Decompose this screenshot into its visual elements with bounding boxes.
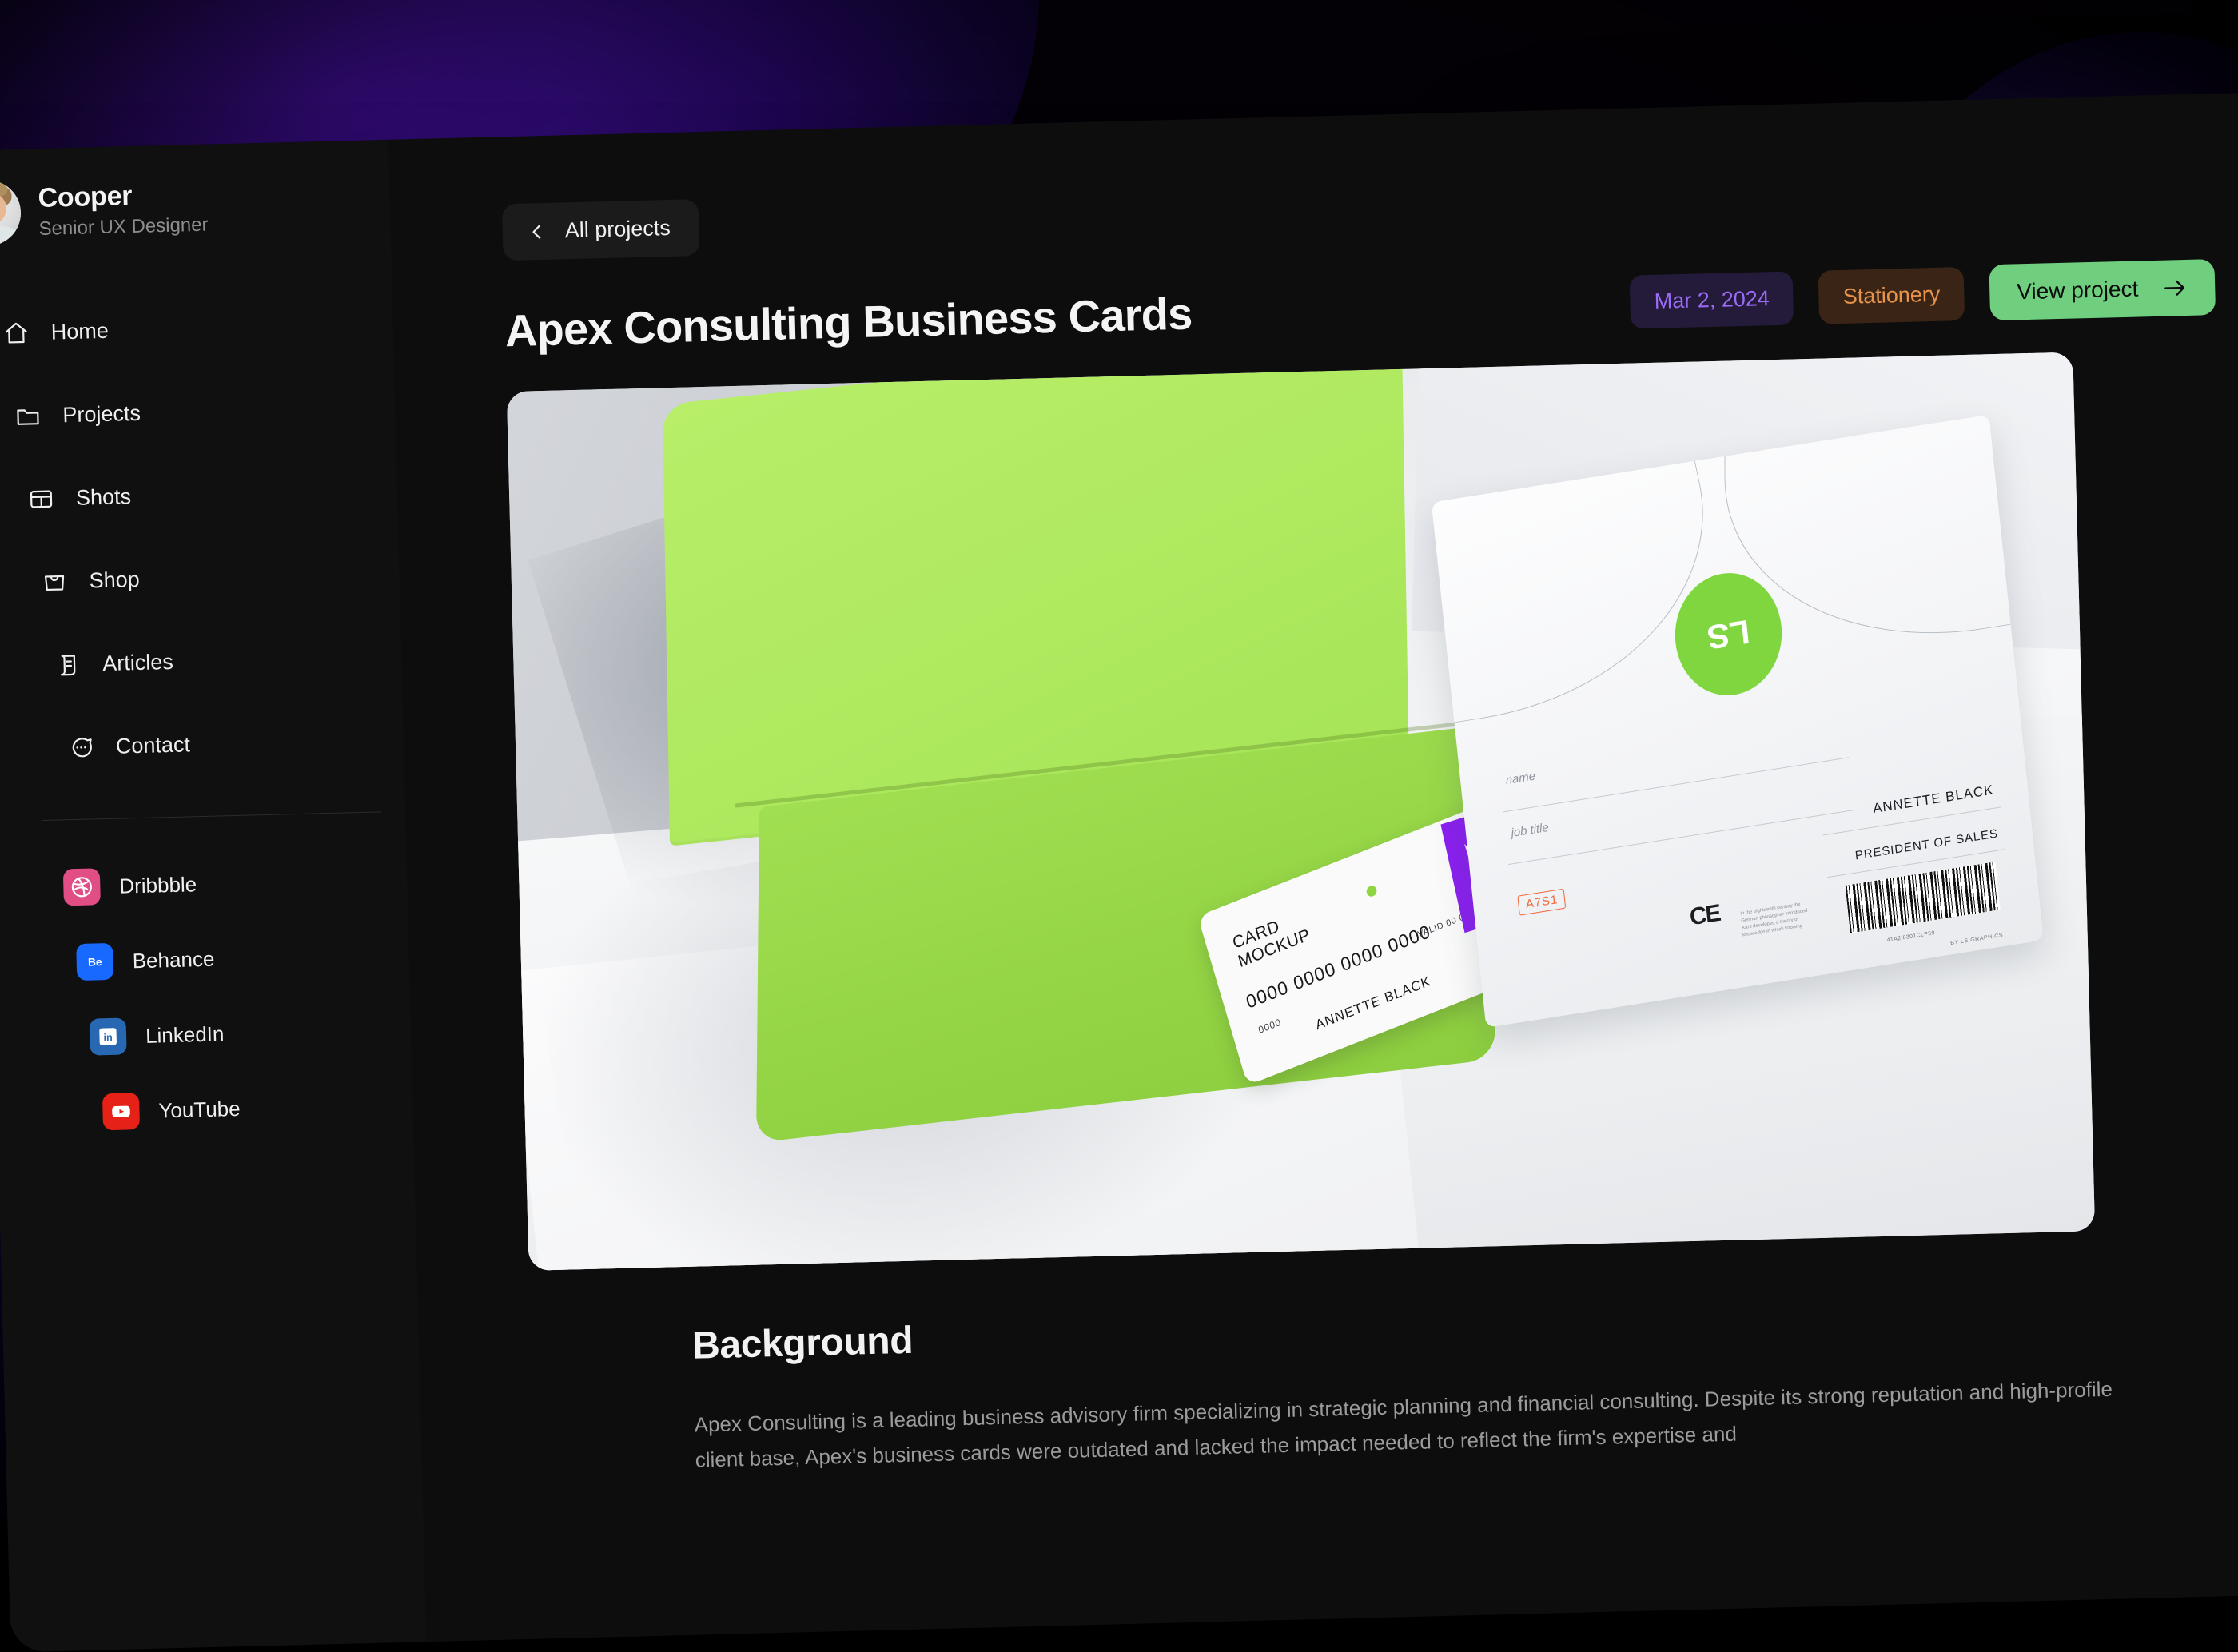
linkedin-icon: in [90,1018,127,1056]
chat-bubble-icon [66,732,95,762]
profile-role: Senior UX Designer [38,214,209,241]
sidebar-item-shop[interactable]: Shop [0,547,400,609]
shopping-bag-icon [39,567,69,596]
social-link-label: Dribbble [119,872,197,898]
ce-mark-icon: CE [1688,900,1721,932]
main-content: All projects Apex Consulting Business Ca… [388,92,2238,1642]
youtube-icon [102,1093,140,1130]
back-button-label: All projects [564,216,671,243]
svg-text:Be: Be [88,956,102,968]
barcode-code: 41A2I8301CLP59 [1886,930,1935,943]
svg-text:in: in [103,1032,112,1043]
sidebar-item-shots[interactable]: Shots [0,464,398,526]
social-link-linkedin[interactable]: in LinkedIn [0,1006,412,1061]
dribbble-icon [63,868,101,906]
behance-icon: Be [76,943,113,981]
social-link-dribbble[interactable]: Dribbble [0,857,408,912]
envelope-signature-name: ANNETTE BLACK [1872,782,1994,818]
page-title: Apex Consulting Business Cards [504,287,1193,356]
arrow-right-icon [2162,277,2188,299]
sidebar-item-articles[interactable]: Articles [0,631,402,692]
chevron-left-icon [526,221,548,242]
sidebar-item-contact[interactable]: Contact [0,714,404,775]
barcode-icon [1845,862,2000,933]
app-window: Cooper Senior UX Designer Home Projects [0,92,2238,1652]
social-link-behance[interactable]: Be Behance [0,932,409,987]
section-paragraph: Apex Consulting is a leading business ad… [694,1371,2134,1478]
envelope-mockup: LS name job title A7S1 CE In the eightee… [1432,415,2044,1028]
avatar [0,180,22,247]
sidebar-nav: Home Projects Shots Shop [0,298,404,775]
project-hero-image: CARD MOCKUP 0000 0000 0000 0000 0000 VAL… [507,352,2095,1271]
card-small-code: 0000 [1257,1017,1283,1036]
view-project-label: View project [2017,277,2139,305]
sidebar-item-label: Articles [102,649,173,675]
profile-name: Cooper [38,179,208,214]
all-projects-back-button[interactable]: All projects [502,199,700,261]
sidebar-divider [42,811,381,821]
envelope-stamp: A7S1 [1518,889,1567,916]
project-meta: Mar 2, 2024 Stationery View project [1630,259,2216,329]
scroll-icon [53,650,82,679]
category-badge: Stationery [1818,267,1965,324]
social-link-label: Behance [132,946,214,973]
social-link-label: YouTube [158,1096,241,1123]
view-project-button[interactable]: View project [1989,259,2216,320]
envelope-field-name-label: name [1505,769,1536,787]
ce-legal-text: In the eighteenth century the German phi… [1740,900,1810,939]
sidebar-item-label: Contact [116,732,191,758]
card-dot-accent [1365,885,1378,898]
sidebar-item-label: Projects [62,400,141,427]
card-brand: CARD MOCKUP [1231,907,1313,971]
sidebar-item-projects[interactable]: Projects [0,381,396,443]
sidebar: Cooper Senior UX Designer Home Projects [0,140,426,1652]
folder-icon [13,401,42,431]
sidebar-item-home[interactable]: Home [0,298,393,360]
sidebar-item-label: Shop [89,567,140,593]
home-icon [1,318,30,348]
date-badge: Mar 2, 2024 [1630,271,1794,328]
layout-icon [26,484,56,514]
profile-block[interactable]: Cooper Senior UX Designer [0,170,391,247]
envelope-field-job-label: job title [1511,821,1550,840]
background-section: Background Apex Consulting is a leading … [531,1285,2238,1482]
social-link-youtube[interactable]: YouTube [0,1081,413,1136]
barcode-attribution: BY LS.GRAPHICS [1950,933,2004,946]
section-heading: Background [691,1285,2238,1368]
social-link-label: LinkedIn [145,1021,225,1048]
social-links: Dribbble Be Behance in LinkedIn YouTube [0,857,413,1137]
envelope-signature-role: PRESIDENT OF SALES [1854,826,1999,862]
project-header-row: Apex Consulting Business Cards Mar 2, 20… [504,259,2216,358]
sidebar-item-label: Shots [76,484,132,511]
envelope-seal-logo: LS [1669,566,1787,703]
sidebar-item-label: Home [50,318,109,344]
